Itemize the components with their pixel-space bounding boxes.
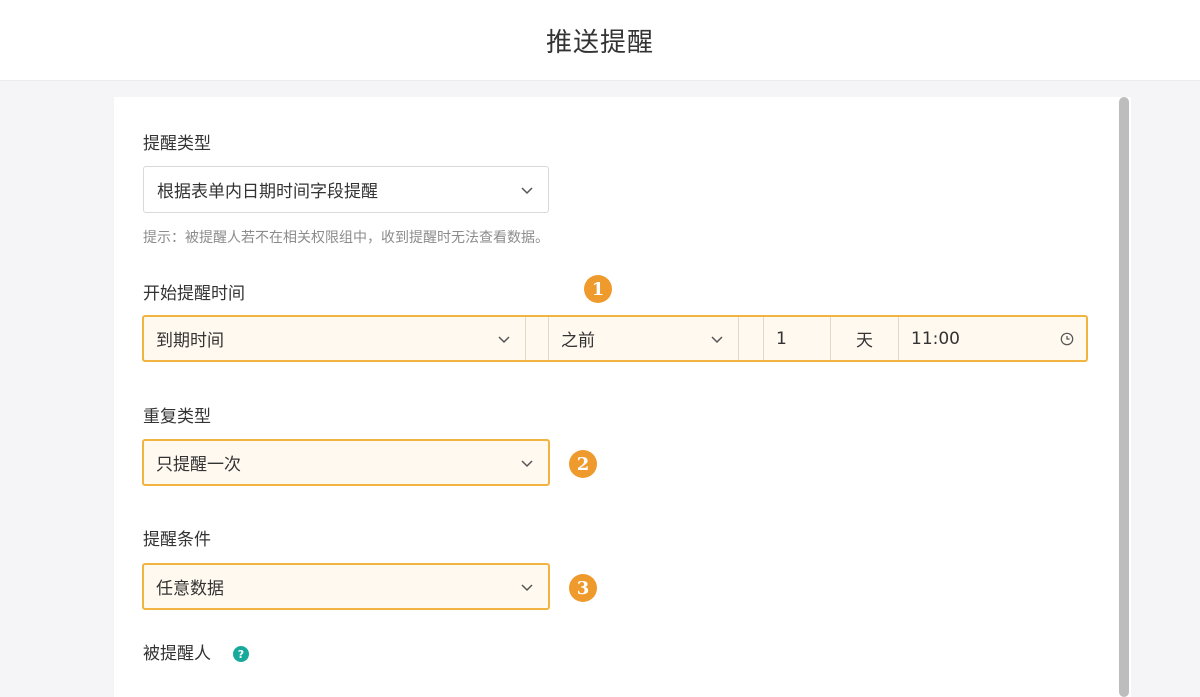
unit-label: 天: [831, 317, 898, 360]
condition-value: 任意数据: [156, 579, 224, 599]
repeat-type-select[interactable]: 只提醒一次: [142, 439, 550, 486]
scrollbar-thumb[interactable]: [1119, 97, 1129, 697]
start-time-group: 到期时间 之前 1 天 11:00: [142, 315, 1088, 362]
chevron-down-icon: [520, 456, 534, 470]
chevron-down-icon: [710, 332, 724, 346]
condition-label: 提醒条件: [143, 530, 211, 550]
reminder-type-label: 提醒类型: [143, 134, 211, 154]
clock-icon: [1060, 332, 1074, 346]
relation-value: 之前: [561, 331, 595, 351]
divider: [525, 317, 526, 360]
annotation-badge-1: 1: [584, 275, 612, 303]
offset-input[interactable]: 1: [764, 317, 830, 360]
permission-hint: 提示：被提醒人若不在相关权限组中，收到提醒时无法查看数据。: [143, 230, 549, 246]
relation-select[interactable]: 之前: [549, 317, 738, 360]
time-picker[interactable]: 11:00: [899, 317, 1086, 360]
condition-select[interactable]: 任意数据: [142, 563, 550, 610]
offset-value: 1: [776, 328, 787, 349]
repeat-type-value: 只提醒一次: [156, 455, 241, 475]
divider: [738, 317, 739, 360]
reminder-type-select[interactable]: 根据表单内日期时间字段提醒: [143, 166, 549, 213]
chevron-down-icon: [520, 580, 534, 594]
unit-text: 天: [856, 331, 873, 351]
recipients-label: 被提醒人: [143, 644, 211, 664]
annotation-badge-2: 2: [569, 450, 597, 478]
help-icon[interactable]: ?: [233, 646, 249, 662]
date-field-select[interactable]: 到期时间: [144, 317, 525, 360]
date-field-value: 到期时间: [156, 331, 224, 351]
chevron-down-icon: [520, 183, 534, 197]
scrollbar[interactable]: [1117, 97, 1131, 697]
reminder-type-value: 根据表单内日期时间字段提醒: [157, 182, 378, 202]
start-time-label: 开始提醒时间: [143, 284, 245, 304]
chevron-down-icon: [497, 332, 511, 346]
time-value: 11:00: [911, 328, 960, 349]
page-title: 推送提醒: [545, 27, 654, 58]
page-header: 推送提醒: [0, 0, 1200, 81]
annotation-badge-3: 3: [569, 574, 597, 602]
repeat-type-label: 重复类型: [143, 407, 211, 427]
